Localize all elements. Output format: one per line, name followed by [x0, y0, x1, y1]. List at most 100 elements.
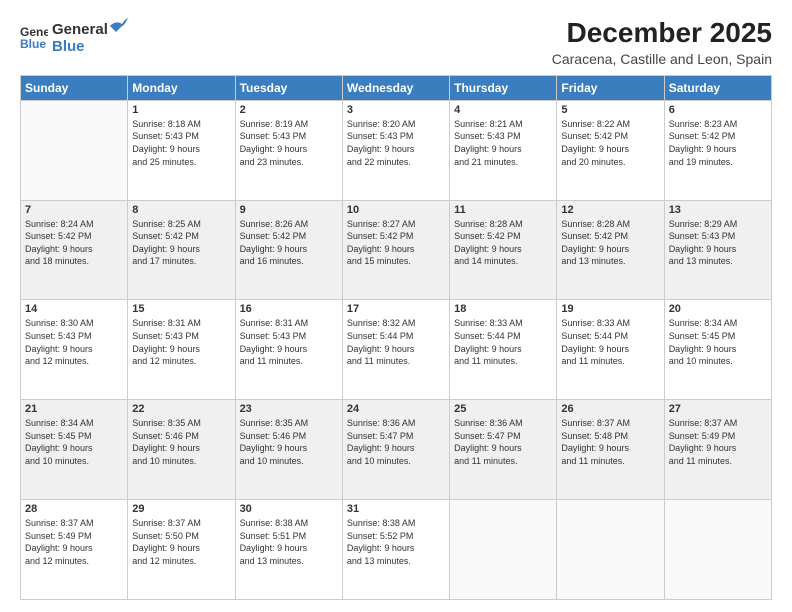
- day-number: 3: [347, 104, 445, 116]
- day-info: Sunrise: 8:37 AMSunset: 5:48 PMDaylight:…: [561, 417, 659, 467]
- calendar-cell: 3 Sunrise: 8:20 AMSunset: 5:43 PMDaylight…: [342, 100, 449, 200]
- calendar-cell: 18 Sunrise: 8:33 AMSunset: 5:44 PMDayligh…: [450, 300, 557, 400]
- day-number: 12: [561, 204, 659, 216]
- logo: General Blue General Blue: [20, 18, 128, 56]
- day-number: 14: [25, 303, 123, 315]
- day-info: Sunrise: 8:35 AMSunset: 5:46 PMDaylight:…: [132, 417, 230, 467]
- day-info: Sunrise: 8:18 AMSunset: 5:43 PMDaylight:…: [132, 118, 230, 168]
- day-number: 24: [347, 403, 445, 415]
- day-number: 21: [25, 403, 123, 415]
- calendar-cell: 22 Sunrise: 8:35 AMSunset: 5:46 PMDayligh…: [128, 400, 235, 500]
- day-number: 4: [454, 104, 552, 116]
- calendar-cell: 16Sunrise: 8:31 AMSunset: 5:43 PMDayligh…: [235, 300, 342, 400]
- calendar-cell: 11Sunrise: 8:28 AMSunset: 5:42 PMDayligh…: [450, 200, 557, 300]
- day-info: Sunrise: 8:25 AMSunset: 5:42 PMDaylight:…: [132, 218, 230, 268]
- day-info: Sunrise: 8:34 AMSunset: 5:45 PMDaylight:…: [25, 417, 123, 467]
- day-number: 27: [669, 403, 767, 415]
- day-number: 31: [347, 503, 445, 515]
- calendar-cell: [21, 100, 128, 200]
- day-number: 5: [561, 104, 659, 116]
- location-title: Caracena, Castille and Leon, Spain: [552, 51, 772, 67]
- calendar-cell: 21 Sunrise: 8:34 AMSunset: 5:45 PMDayligh…: [21, 400, 128, 500]
- day-number: 2: [240, 104, 338, 116]
- calendar-cell: 5 Sunrise: 8:22 AMSunset: 5:42 PMDaylight…: [557, 100, 664, 200]
- logo-bird-icon: [108, 18, 128, 34]
- weekday-header-tuesday: Tuesday: [235, 75, 342, 100]
- calendar-cell: 6 Sunrise: 8:23 AMSunset: 5:42 PMDaylight…: [664, 100, 771, 200]
- day-number: 6: [669, 104, 767, 116]
- day-number: 22: [132, 403, 230, 415]
- day-number: 23: [240, 403, 338, 415]
- calendar-cell: 31 Sunrise: 8:38 AMSunset: 5:52 PMDayligh…: [342, 500, 449, 600]
- day-number: 7: [25, 204, 123, 216]
- day-info: Sunrise: 8:37 AMSunset: 5:49 PMDaylight:…: [669, 417, 767, 467]
- day-info: Sunrise: 8:34 AMSunset: 5:45 PMDaylight:…: [669, 317, 767, 367]
- logo-text: General Blue: [52, 18, 128, 56]
- calendar-cell: 8Sunrise: 8:25 AMSunset: 5:42 PMDaylight…: [128, 200, 235, 300]
- calendar-cell: 10Sunrise: 8:27 AMSunset: 5:42 PMDayligh…: [342, 200, 449, 300]
- calendar-cell: 7 Sunrise: 8:24 AMSunset: 5:42 PMDaylight…: [21, 200, 128, 300]
- calendar-cell: 23 Sunrise: 8:35 AMSunset: 5:46 PMDayligh…: [235, 400, 342, 500]
- page: General Blue General Blue December 2025 …: [0, 0, 792, 612]
- day-info: Sunrise: 8:26 AMSunset: 5:42 PMDaylight:…: [240, 218, 338, 268]
- day-info: Sunrise: 8:33 AMSunset: 5:44 PMDaylight:…: [454, 317, 552, 367]
- day-info: Sunrise: 8:36 AMSunset: 5:47 PMDaylight:…: [454, 417, 552, 467]
- day-info: Sunrise: 8:24 AMSunset: 5:42 PMDaylight:…: [25, 218, 123, 268]
- day-info: Sunrise: 8:31 AMSunset: 5:43 PMDaylight:…: [132, 317, 230, 367]
- day-number: 18: [454, 303, 552, 315]
- logo-blue: Blue: [52, 38, 85, 55]
- weekday-header-saturday: Saturday: [664, 75, 771, 100]
- day-number: 28: [25, 503, 123, 515]
- svg-text:Blue: Blue: [20, 37, 46, 51]
- calendar-week-row: 14Sunrise: 8:30 AMSunset: 5:43 PMDayligh…: [21, 300, 772, 400]
- calendar-cell: 29 Sunrise: 8:37 AMSunset: 5:50 PMDayligh…: [128, 500, 235, 600]
- calendar-header-row: SundayMondayTuesdayWednesdayThursdayFrid…: [21, 75, 772, 100]
- day-number: 19: [561, 303, 659, 315]
- calendar-cell: 19Sunrise: 8:33 AMSunset: 5:44 PMDayligh…: [557, 300, 664, 400]
- calendar-week-row: 1Sunrise: 8:18 AMSunset: 5:43 PMDaylight…: [21, 100, 772, 200]
- calendar-cell: 26Sunrise: 8:37 AMSunset: 5:48 PMDayligh…: [557, 400, 664, 500]
- calendar-cell: 9Sunrise: 8:26 AMSunset: 5:42 PMDaylight…: [235, 200, 342, 300]
- calendar-cell: 17Sunrise: 8:32 AMSunset: 5:44 PMDayligh…: [342, 300, 449, 400]
- day-info: Sunrise: 8:36 AMSunset: 5:47 PMDaylight:…: [347, 417, 445, 467]
- day-number: 30: [240, 503, 338, 515]
- calendar-cell: 24 Sunrise: 8:36 AMSunset: 5:47 PMDayligh…: [342, 400, 449, 500]
- day-info: Sunrise: 8:35 AMSunset: 5:46 PMDaylight:…: [240, 417, 338, 467]
- day-info: Sunrise: 8:19 AMSunset: 5:43 PMDaylight:…: [240, 118, 338, 168]
- calendar-cell: [450, 500, 557, 600]
- day-info: Sunrise: 8:38 AMSunset: 5:52 PMDaylight:…: [347, 517, 445, 567]
- calendar-cell: 14Sunrise: 8:30 AMSunset: 5:43 PMDayligh…: [21, 300, 128, 400]
- calendar-week-row: 28 Sunrise: 8:37 AMSunset: 5:49 PMDayligh…: [21, 500, 772, 600]
- day-info: Sunrise: 8:37 AMSunset: 5:49 PMDaylight:…: [25, 517, 123, 567]
- day-info: Sunrise: 8:20 AMSunset: 5:43 PMDaylight:…: [347, 118, 445, 168]
- day-info: Sunrise: 8:22 AMSunset: 5:42 PMDaylight:…: [561, 118, 659, 168]
- day-info: Sunrise: 8:32 AMSunset: 5:44 PMDaylight:…: [347, 317, 445, 367]
- weekday-header-monday: Monday: [128, 75, 235, 100]
- day-number: 20: [669, 303, 767, 315]
- day-number: 10: [347, 204, 445, 216]
- day-number: 15: [132, 303, 230, 315]
- weekday-header-friday: Friday: [557, 75, 664, 100]
- calendar-cell: 20 Sunrise: 8:34 AMSunset: 5:45 PMDayligh…: [664, 300, 771, 400]
- day-info: Sunrise: 8:23 AMSunset: 5:42 PMDaylight:…: [669, 118, 767, 168]
- calendar-cell: 15 Sunrise: 8:31 AMSunset: 5:43 PMDayligh…: [128, 300, 235, 400]
- day-info: Sunrise: 8:38 AMSunset: 5:51 PMDaylight:…: [240, 517, 338, 567]
- header: General Blue General Blue December 2025 …: [20, 18, 772, 67]
- calendar-week-row: 7 Sunrise: 8:24 AMSunset: 5:42 PMDaylight…: [21, 200, 772, 300]
- weekday-header-sunday: Sunday: [21, 75, 128, 100]
- calendar-cell: 27 Sunrise: 8:37 AMSunset: 5:49 PMDayligh…: [664, 400, 771, 500]
- calendar-cell: [557, 500, 664, 600]
- logo-general: General: [52, 21, 108, 38]
- day-info: Sunrise: 8:31 AMSunset: 5:43 PMDaylight:…: [240, 317, 338, 367]
- day-number: 29: [132, 503, 230, 515]
- day-info: Sunrise: 8:28 AMSunset: 5:42 PMDaylight:…: [561, 218, 659, 268]
- day-info: Sunrise: 8:28 AMSunset: 5:42 PMDaylight:…: [454, 218, 552, 268]
- title-area: December 2025 Caracena, Castille and Leo…: [552, 18, 772, 67]
- month-title: December 2025: [552, 18, 772, 49]
- calendar-table: SundayMondayTuesdayWednesdayThursdayFrid…: [20, 75, 772, 600]
- calendar-cell: 12 Sunrise: 8:28 AMSunset: 5:42 PMDayligh…: [557, 200, 664, 300]
- calendar-cell: 1Sunrise: 8:18 AMSunset: 5:43 PMDaylight…: [128, 100, 235, 200]
- day-info: Sunrise: 8:37 AMSunset: 5:50 PMDaylight:…: [132, 517, 230, 567]
- logo-icon: General Blue: [20, 23, 48, 51]
- calendar-cell: 28 Sunrise: 8:37 AMSunset: 5:49 PMDayligh…: [21, 500, 128, 600]
